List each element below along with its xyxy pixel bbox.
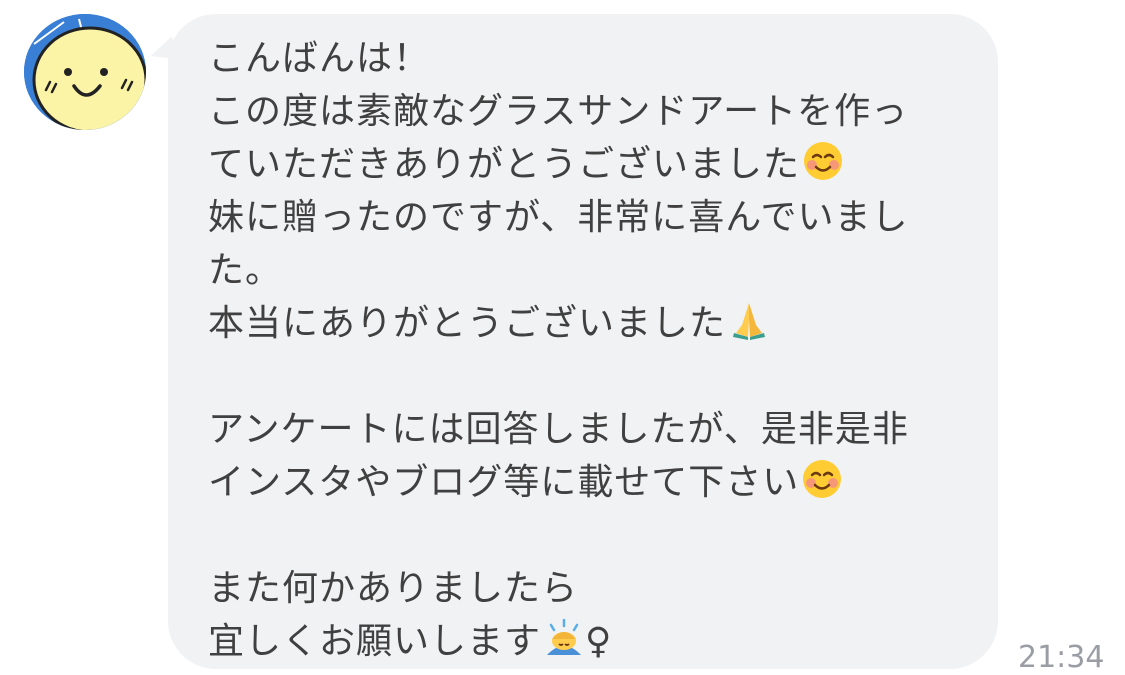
message-line: この度は素敵なグラスサンドアートを作っ [208, 91, 909, 132]
message-line: アンケートには回答しましたが、是非是非 [208, 409, 909, 450]
message-line: ていただきありがとうございました [208, 138, 968, 191]
message-line: また何かありましたら [208, 568, 579, 609]
message-timestamp: 21:34 [1018, 640, 1105, 675]
woman-bowing-icon [547, 618, 582, 655]
message-line: こんばんは！ [208, 38, 431, 79]
female-sign-glyph: ♀ [585, 621, 613, 662]
chat-message-row: こんばんは！ この度は素敵なグラスサンドアートを作っ ていただきありがとうござい… [0, 0, 1125, 675]
smiley-face-avatar-icon[interactable] [24, 14, 146, 130]
message-line: インスタやブログ等に載せて下さい [208, 456, 968, 509]
message-bubble[interactable]: こんばんは！ この度は素敵なグラスサンドアートを作っ ていただきありがとうござい… [168, 14, 998, 669]
folded-hands-icon [733, 303, 766, 340]
smiling-face-icon [804, 142, 843, 180]
message-line: 本当にありがとうございました [208, 297, 968, 350]
message-line: た。 [208, 250, 283, 291]
smiling-face-icon [803, 460, 842, 498]
message-line: 宜しくお願いします ♀ [208, 615, 968, 668]
message-line: 妹に贈ったのですが、非常に喜んでいまし [208, 197, 909, 238]
